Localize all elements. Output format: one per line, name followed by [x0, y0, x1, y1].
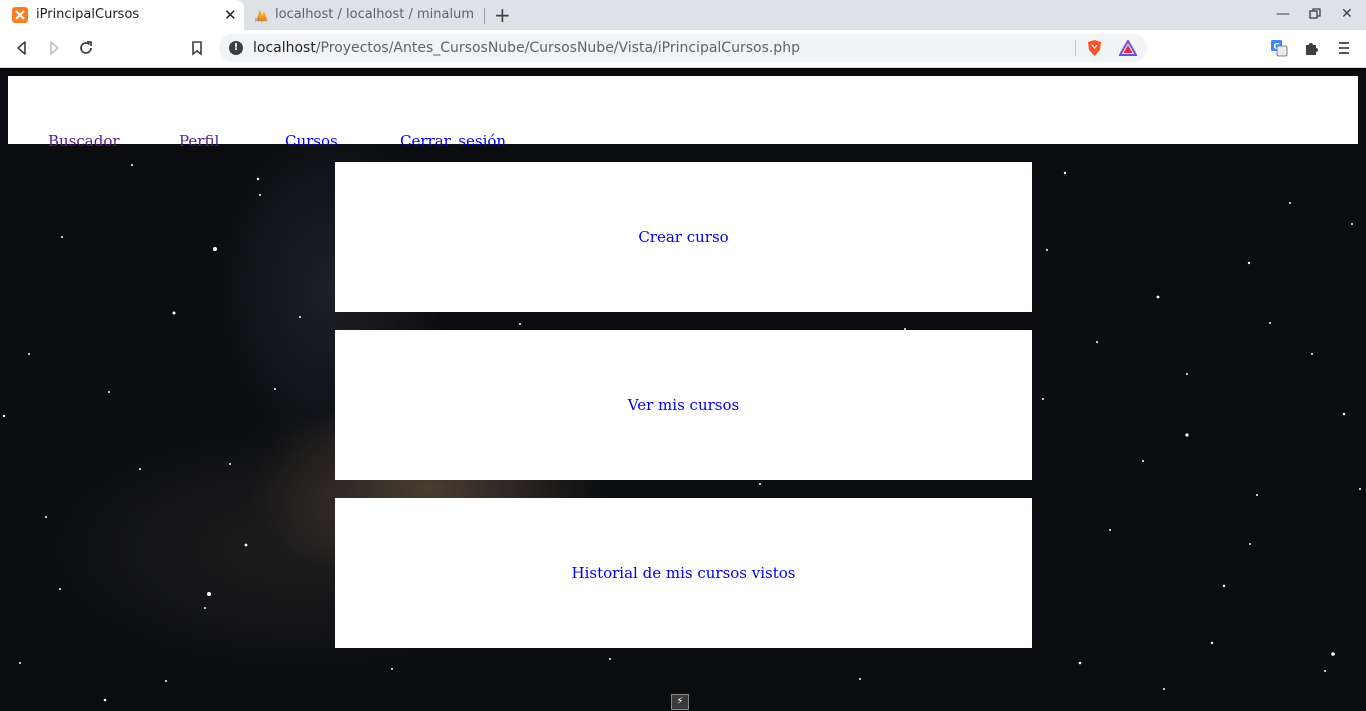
svg-text:PMA: PMA — [255, 18, 266, 23]
forward-icon[interactable] — [44, 38, 64, 58]
url-text[interactable]: localhost/Proyectos/Antes_CursosNube/Cur… — [253, 40, 800, 56]
tab-strip: iPrincipalCursos ✕ PMA localhost / local… — [0, 0, 1366, 30]
site-info-icon[interactable]: ! — [229, 41, 243, 55]
page-viewport: Buscador Perfil Cursos Cerrar_sesión Cre… — [0, 69, 1366, 711]
tab-title: localhost / localhost / minalum — [275, 7, 474, 22]
translate-icon[interactable]: G — [1269, 38, 1289, 58]
card-ver-mis-cursos: Ver mis cursos — [335, 330, 1032, 480]
brave-rewards-icon[interactable] — [1119, 40, 1137, 56]
tab-iprincipalcursos[interactable]: iPrincipalCursos ✕ — [0, 0, 244, 30]
menu-icon[interactable] — [1334, 38, 1354, 58]
extensions-icon[interactable] — [1302, 38, 1322, 58]
restore-icon[interactable] — [1309, 8, 1321, 20]
phpmyadmin-icon: PMA — [255, 10, 268, 23]
xampp-icon — [12, 7, 28, 23]
nav-link-perfil[interactable]: Perfil — [179, 132, 219, 150]
ver-mis-cursos-link[interactable]: Ver mis cursos — [628, 396, 739, 414]
historial-cursos-link[interactable]: Historial de mis cursos vistos — [572, 564, 796, 582]
top-navbar: Buscador Perfil Cursos Cerrar_sesión — [8, 76, 1358, 150]
omnibox-divider — [1075, 40, 1076, 56]
nav-link-buscador[interactable]: Buscador — [48, 132, 120, 150]
tab-title: iPrincipalCursos — [36, 7, 140, 22]
close-tab-icon[interactable]: ✕ — [224, 6, 237, 24]
nav-link-cerrar-sesion[interactable]: Cerrar_sesión — [400, 132, 506, 150]
nav-link-cursos[interactable]: Cursos — [285, 132, 338, 150]
flash-icon[interactable]: ⚡ — [671, 694, 689, 710]
close-window-icon[interactable]: ✕ — [1341, 6, 1353, 22]
crear-curso-link[interactable]: Crear curso — [638, 228, 728, 246]
card-historial: Historial de mis cursos vistos — [335, 498, 1032, 648]
reload-icon[interactable] — [76, 38, 96, 58]
tab-separator — [484, 8, 485, 24]
address-bar[interactable]: ! localhost/Proyectos/Antes_CursosNube/C… — [219, 34, 1147, 62]
brave-shield-icon[interactable] — [1086, 39, 1103, 57]
new-tab-button[interactable]: + — [494, 3, 511, 27]
tab-phpmyadmin[interactable]: PMA localhost / localhost / minalum — [244, 0, 484, 30]
card-crear-curso: Crear curso — [335, 162, 1032, 312]
back-icon[interactable] — [12, 38, 32, 58]
url-path: /Proyectos/Antes_CursosNube/CursosNube/V… — [315, 40, 800, 56]
bookmark-icon[interactable] — [187, 38, 207, 58]
minimize-icon[interactable]: — — [1276, 6, 1290, 22]
url-host: localhost — [253, 40, 316, 56]
browser-toolbar: ! localhost/Proyectos/Antes_CursosNube/C… — [0, 30, 1366, 68]
